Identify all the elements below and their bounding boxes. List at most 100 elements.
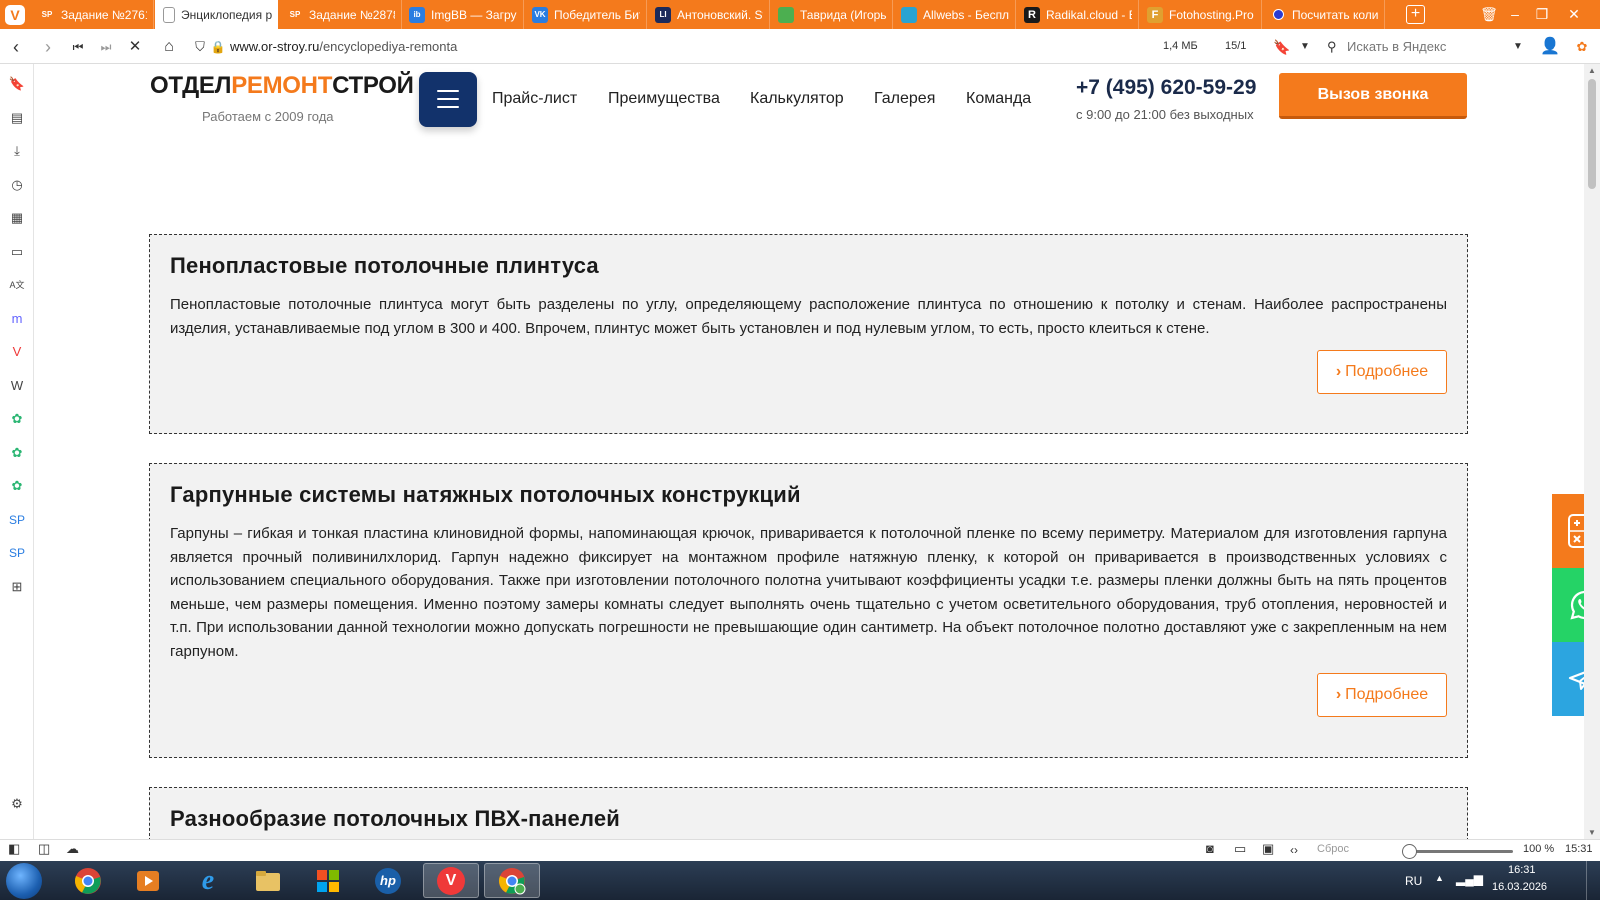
browser-tab[interactable]: Посчитать колич	[1262, 0, 1385, 29]
screenshot-icon[interactable]: ◙	[1206, 841, 1214, 856]
vivaldi-icon: V	[437, 866, 465, 895]
page-actions-icon[interactable]: ‹›	[1290, 843, 1298, 857]
minimize-button[interactable]: –	[1503, 4, 1527, 24]
history-icon[interactable]: ◷	[7, 175, 27, 195]
tab-title: Посчитать колич	[1292, 7, 1378, 22]
ie-taskbar-button[interactable]: e	[180, 863, 236, 898]
search-input[interactable]: ⚲ Искать в Яндекс	[1327, 36, 1527, 58]
sync-cloud-icon[interactable]: ☁	[66, 841, 79, 857]
site-header: ОТДЕЛРЕМОНТСТРОЙ Работаем с 2009 года Пр…	[34, 64, 1584, 154]
url-input[interactable]: www.or-stroy.ru/encyclopediya-remonta	[230, 37, 1130, 57]
taskbar-time[interactable]: 16:31	[1508, 864, 1536, 876]
web-panel-icon[interactable]: ✿	[7, 476, 27, 496]
tray-expand-icon[interactable]: ▲	[1435, 873, 1444, 883]
image-toggle-icon[interactable]: ▣	[1262, 841, 1274, 857]
browser-tab[interactable]: VK Победитель Бит	[524, 0, 647, 29]
translate-icon[interactable]: A文	[7, 275, 27, 295]
scroll-down-arrow[interactable]: ▼	[1588, 828, 1596, 837]
telegram-widget-button[interactable]	[1552, 642, 1584, 716]
browser-tab[interactable]: Энциклопедия р	[155, 0, 278, 29]
nav-calculator[interactable]: Калькулятор	[750, 90, 844, 108]
sp-panel-icon[interactable]: SP	[7, 510, 27, 530]
read-more-button[interactable]: › Подробнее	[1317, 350, 1447, 394]
vivaldi-icon[interactable]: V	[7, 342, 27, 362]
vivaldi-extension-icon[interactable]: ✿	[1572, 37, 1592, 57]
calculator-widget-button[interactable]	[1552, 494, 1584, 568]
home-button[interactable]: ⌂	[159, 37, 179, 57]
rewind-button[interactable]: ⏮	[68, 37, 88, 57]
working-hours: с 9:00 до 21:00 без выходных	[1076, 107, 1254, 122]
phone-number[interactable]: +7 (495) 620-59-29	[1076, 76, 1256, 100]
browser-tab[interactable]: R Radikal.cloud - Б	[1016, 0, 1139, 29]
vertical-scrollbar[interactable]: ▲ ▼	[1584, 64, 1600, 839]
tab-title: Задание №2761	[61, 7, 147, 22]
shield-icon[interactable]: ⛉	[190, 37, 210, 57]
language-indicator[interactable]: RU	[1405, 874, 1422, 888]
window-icon[interactable]: ▭	[1234, 841, 1246, 857]
start-button[interactable]	[6, 863, 42, 899]
mastodon-icon[interactable]: m	[7, 309, 27, 329]
taskbar-date[interactable]: 16.03.2026	[1492, 881, 1547, 893]
read-more-button[interactable]: › Подробнее	[1317, 673, 1447, 717]
media-player-taskbar-button[interactable]	[120, 863, 176, 898]
zoom-slider-handle[interactable]	[1402, 844, 1417, 859]
web-panel-icon[interactable]: ✿	[7, 443, 27, 463]
back-button[interactable]: ‹	[6, 37, 26, 57]
notes-icon[interactable]: ▦	[7, 208, 27, 228]
bookmark-icon[interactable]: 🔖	[7, 74, 27, 94]
nav-gallery[interactable]: Галерея	[874, 90, 935, 108]
tile-tabs-icon[interactable]: ◫	[38, 841, 50, 857]
show-desktop-button[interactable]	[1586, 861, 1600, 900]
nav-team[interactable]: Команда	[966, 90, 1031, 108]
zoom-slider[interactable]	[1409, 850, 1513, 853]
zoom-reset-button[interactable]: Сброс	[1317, 843, 1349, 855]
nav-price-list[interactable]: Прайс-лист	[492, 90, 577, 108]
browser-tab[interactable]: LI Антоновский. St	[647, 0, 770, 29]
wikipedia-icon[interactable]: W	[7, 376, 27, 396]
chevron-down-icon[interactable]: ▼	[1295, 37, 1315, 57]
trash-icon[interactable]: 🗑	[1477, 4, 1501, 24]
new-tab-button[interactable]: +	[1406, 5, 1425, 24]
tab-title: Задание №2878	[309, 7, 395, 22]
nav-advantages[interactable]: Преимущества	[608, 90, 720, 108]
hamburger-menu-button[interactable]	[419, 72, 477, 127]
settings-gear-icon[interactable]: ⚙	[7, 794, 27, 814]
site-logo[interactable]: ОТДЕЛРЕМОНТСТРОЙ	[150, 72, 414, 100]
maximize-button[interactable]: ❐	[1530, 4, 1554, 24]
fast-forward-button[interactable]: ⏭	[96, 37, 116, 57]
explorer-taskbar-button[interactable]	[240, 863, 296, 898]
add-panel-icon[interactable]: ⊞	[7, 577, 27, 597]
downloads-icon[interactable]: ⤓	[7, 141, 27, 161]
callback-button[interactable]: Вызов звонка	[1279, 73, 1467, 119]
reading-list-icon[interactable]: ▤	[7, 108, 27, 128]
browser-tab[interactable]: SP Задание №2878	[279, 0, 402, 29]
forward-button[interactable]: ›	[38, 37, 58, 57]
browser-tab[interactable]: Таврида (Игорь	[770, 0, 893, 29]
vivaldi-taskbar-button[interactable]: V	[423, 863, 479, 898]
scroll-up-arrow[interactable]: ▲	[1588, 66, 1596, 75]
whatsapp-widget-button[interactable]	[1552, 568, 1584, 642]
hp-taskbar-button[interactable]: hp	[360, 863, 416, 898]
profile-avatar-icon[interactable]: 👤	[1540, 37, 1560, 57]
chrome-user-taskbar-button[interactable]	[484, 863, 540, 898]
panel-toggle-icon[interactable]: ◧	[8, 841, 20, 857]
chrome-user-icon	[499, 867, 526, 894]
chrome-taskbar-button[interactable]	[60, 863, 116, 898]
web-panel-icon[interactable]: ✿	[7, 409, 27, 429]
stop-loading-button[interactable]: ✕	[125, 37, 145, 57]
browser-tab[interactable]: F Fotohosting.Pro	[1139, 0, 1262, 29]
vivaldi-menu-icon[interactable]: V	[5, 5, 25, 25]
browser-tab[interactable]: Allwebs - Беспла	[893, 0, 1016, 29]
browser-tab[interactable]: ib ImgBB — Загруз	[401, 0, 524, 29]
browser-tab[interactable]: SP Задание №2761	[31, 0, 154, 29]
search-engine-dropdown[interactable]: ▼	[1508, 37, 1528, 57]
network-signal-icon[interactable]: ▂▄▆	[1456, 872, 1483, 886]
tab-favicon-icon: SP	[39, 6, 55, 23]
close-window-button[interactable]: ✕	[1562, 4, 1586, 24]
search-placeholder: Искать в Яндекс	[1347, 39, 1447, 54]
scroll-thumb[interactable]	[1588, 79, 1596, 189]
ms-app-taskbar-button[interactable]	[300, 863, 356, 898]
sp-panel-icon[interactable]: SP	[7, 543, 27, 563]
bookmark-page-icon[interactable]: 🔖	[1272, 37, 1292, 57]
window-icon[interactable]: ▭	[7, 242, 27, 262]
